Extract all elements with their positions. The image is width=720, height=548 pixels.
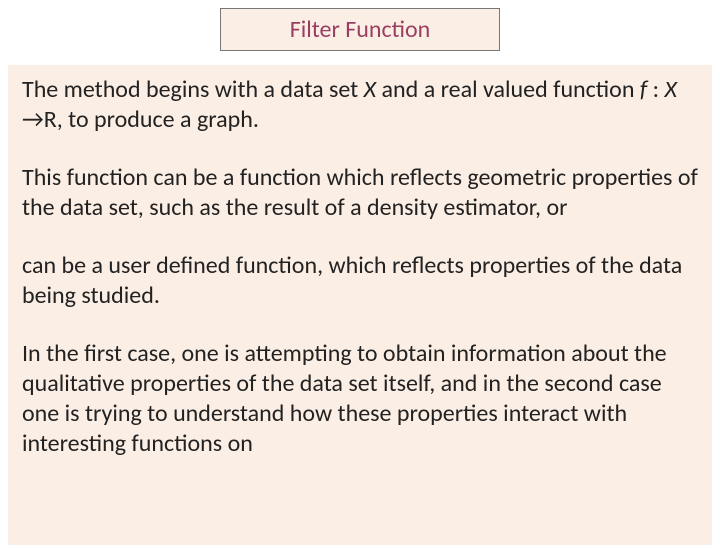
p1-text-c: : <box>647 75 664 104</box>
paragraph-2: This function can be a function which re… <box>22 163 698 223</box>
p1-var-X2: X <box>664 75 676 104</box>
paragraph-1: The method begins with a data set X and … <box>22 75 698 135</box>
paragraph-4: In the first case, one is attempting to … <box>22 339 698 459</box>
slide-title: Filter Function <box>290 15 431 44</box>
paragraph-3: can be a user defined function, which re… <box>22 251 698 311</box>
title-box: Filter Function <box>220 8 500 51</box>
p1-var-X: X <box>364 75 376 104</box>
p1-text-b: and a real valued function <box>376 75 640 104</box>
p1-text-d: →R, to produce a graph. <box>22 105 259 134</box>
p1-text-a: The method begins with a data set <box>22 75 364 104</box>
content-box: The method begins with a data set X and … <box>8 65 712 545</box>
